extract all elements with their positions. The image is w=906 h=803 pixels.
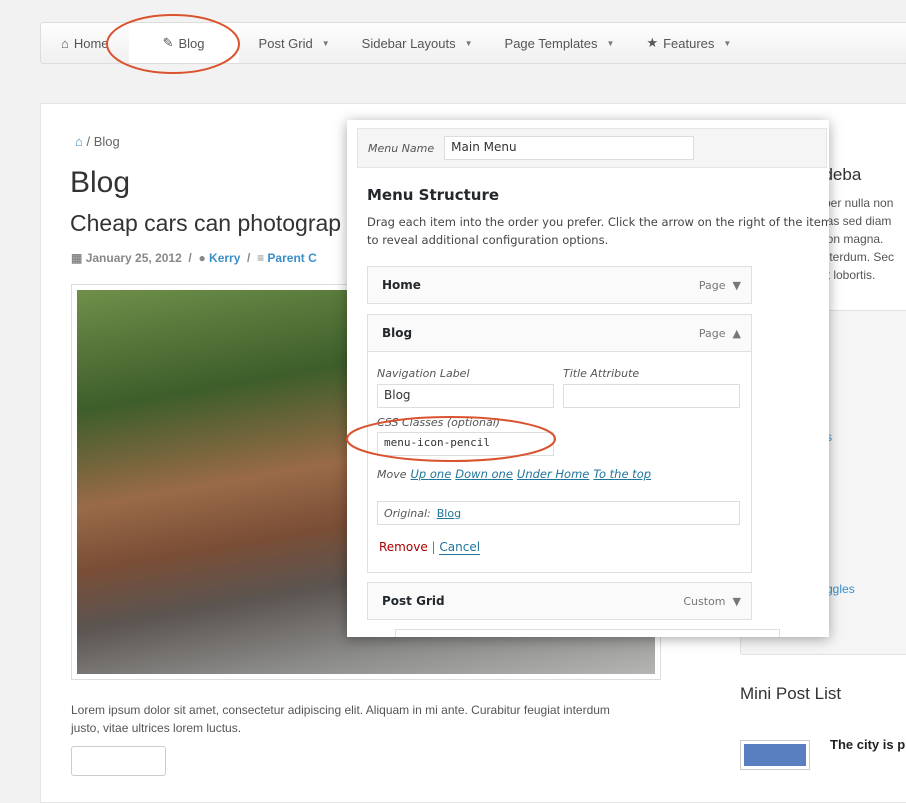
menu-name-input[interactable]: Main Menu [444,136,695,160]
sidebar-link[interactable]: ggles [826,582,855,596]
css-classes-input[interactable]: menu-icon-pencil [377,432,554,456]
calendar-icon: ▦ [71,251,83,265]
title-attribute-input[interactable] [563,384,740,408]
caret-down-icon: ▼ [606,38,615,48]
cancel-link[interactable]: Cancel [439,540,481,555]
menu-name-bar: Menu Name Main Menu [357,128,827,168]
menu-item-home[interactable]: Home Page ▼ [367,266,752,304]
arrow-up-icon[interactable]: ▲ [733,327,741,340]
menu-item-blog[interactable]: Blog Page ▲ [367,314,752,352]
caret-down-icon: ▼ [321,38,330,48]
menu-structure-description: Drag each item into the order you prefer… [367,215,829,247]
remove-link[interactable]: Remove [379,540,428,554]
read-more-button[interactable] [71,746,166,776]
nav-features[interactable]: ★ Features ▼ [634,23,743,63]
mini-post-thumbnail[interactable] [740,740,810,770]
arrow-down-icon[interactable]: ▼ [733,595,741,608]
menu-item-post-grid[interactable]: Post Grid Custom ▼ [367,582,752,620]
menu-item-settings: Navigation Label Blog Title Attribute CS… [367,351,752,573]
breadcrumb: ⌂ / Blog [75,134,120,149]
navigation-label-input[interactable]: Blog [377,384,554,408]
user-icon: ● [198,251,206,265]
top-nav: ⌂ Home ✎ Blog Post Grid ▼ Sidebar Layouts ▼ … [40,22,906,64]
post-excerpt: Lorem ipsum dolor sit amet, consectetur … [71,703,610,735]
arrow-down-icon[interactable]: ▼ [733,279,741,292]
mini-post-list-title: Mini Post List [740,684,842,703]
mini-post-title[interactable]: The city is p [830,737,905,752]
sidebar-text: rper nulla non nas sed diam non magna. i… [820,196,895,282]
home-icon: ⌂ [61,35,69,51]
list-icon: ≡ [257,251,265,265]
move-links: Move Up one Down one Under Home To the top [377,467,652,481]
caret-down-icon: ▼ [723,38,732,48]
post-meta: ▦ January 25, 2012 / ● Kerry / ≡ Parent … [71,251,317,265]
nav-blog[interactable]: ✎ Blog [128,23,239,63]
author-link[interactable]: Kerry [209,251,240,265]
caret-down-icon: ▼ [464,38,473,48]
nav-post-grid[interactable]: Post Grid ▼ [247,23,342,63]
nav-home[interactable]: ⌂ Home [49,23,121,63]
post-title[interactable]: Cheap cars can photograp [70,210,341,237]
home-icon[interactable]: ⌂ [75,134,83,149]
menu-structure-title: Menu Structure [367,186,500,204]
category-link[interactable]: Parent C [267,251,316,265]
original-link[interactable]: Blog [437,507,461,520]
pencil-icon: ✎ [162,35,174,50]
menu-editor-panel: Menu Name Main Menu Menu Structure Drag … [347,120,829,637]
menu-item-next[interactable] [395,629,780,637]
nav-page-templates[interactable]: Page Templates ▼ [493,23,627,63]
page-title: Blog [70,166,131,199]
original-field: Original: Blog [377,501,740,525]
nav-sidebar-layouts[interactable]: Sidebar Layouts ▼ [350,23,485,63]
star-icon: ★ [646,35,659,50]
